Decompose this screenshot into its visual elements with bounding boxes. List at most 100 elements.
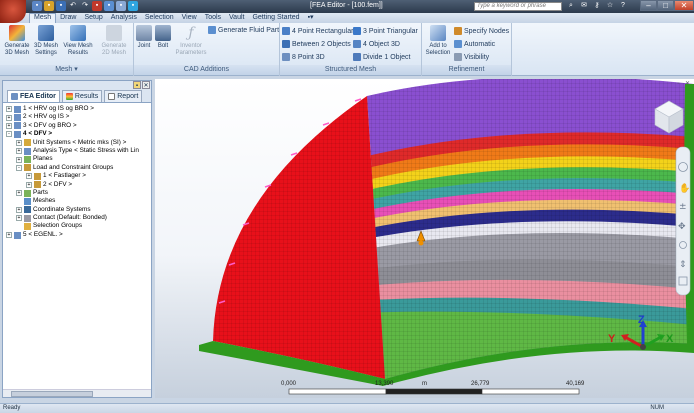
generate-3d-mesh-label: Generate 3D Mesh	[4, 43, 30, 56]
new-icon[interactable]: ▪	[32, 1, 42, 11]
visibility-button[interactable]: Visibility	[454, 53, 489, 61]
binoculars-icon[interactable]: ⌕	[566, 1, 576, 11]
inventor-parameters-button[interactable]: ƒ Inventor Parameters	[174, 25, 208, 57]
bolt-button[interactable]: Bolt	[154, 25, 172, 50]
orbit-icon[interactable]: ✥	[678, 222, 686, 232]
tab-getting-started[interactable]: Getting Started	[248, 13, 303, 23]
tab-mesh[interactable]: Mesh	[29, 13, 57, 23]
expand-toggle-icon[interactable]: +	[6, 114, 12, 121]
return-icon[interactable]: ▪	[104, 1, 114, 11]
viewport-close-icon[interactable]: ✕	[684, 81, 691, 88]
expand-toggle-icon[interactable]: +	[6, 232, 12, 239]
tree-node[interactable]: + Contact (Default: Bonded)	[3, 214, 151, 222]
tab-extra-menu[interactable]: ▪▾	[304, 13, 318, 23]
maximize-button[interactable]: □	[657, 0, 674, 11]
tree-node[interactable]: +1 < Fastlager >	[3, 172, 151, 180]
tree-item-icon	[24, 147, 31, 155]
expand-toggle-icon[interactable]: +	[16, 206, 22, 213]
expand-toggle-icon[interactable]: +	[16, 139, 22, 146]
tree-node[interactable]: + Unit Systems < Metric mks (SI) >	[3, 139, 151, 147]
fea-mesh-model[interactable]: ✋ ± ✥ ⇕ Y Z X 0,000 13,390 m 26,779 40,1…	[155, 79, 694, 398]
save-icon[interactable]: ▪	[56, 1, 66, 11]
expand-toggle-icon[interactable]: +	[16, 190, 22, 197]
search-input[interactable]: Type a keyword or phrase	[474, 2, 562, 11]
expand-toggle-icon[interactable]: -	[16, 164, 22, 171]
divide-object-button[interactable]: Divide 1 Object	[353, 53, 410, 61]
scrollbar-thumb[interactable]	[11, 391, 93, 397]
tree-node[interactable]: +1 < HRV og IS og BRO >	[3, 105, 151, 113]
three-point-triangular-button[interactable]: 3 Point Triangular	[353, 27, 418, 35]
tree-node[interactable]: +5 < EGENL. >	[3, 231, 151, 239]
open-icon[interactable]: ▪	[44, 1, 54, 11]
application-menu-button[interactable]	[0, 0, 26, 23]
tree-node[interactable]: + Analysis Type < Static Stress with Lin	[3, 147, 151, 155]
panel-close-icon[interactable]: ✕	[142, 81, 150, 89]
tree-node[interactable]: + Coordinate Systems	[3, 206, 151, 214]
pan-icon[interactable]: ✋	[679, 182, 690, 194]
expand-toggle-icon[interactable]: +	[16, 156, 22, 163]
expand-toggle-icon[interactable]: +	[16, 215, 22, 222]
generate-2d-mesh-button[interactable]: Generate 2D Mesh	[98, 25, 130, 57]
help-icon[interactable]: ?	[618, 1, 628, 11]
four-object-3d-button[interactable]: 4 Object 3D	[353, 40, 400, 48]
visibility-icon	[454, 53, 462, 61]
status-text: Ready	[3, 405, 21, 411]
appearance-icon[interactable]: ▪	[116, 1, 126, 11]
generate-fluid-part-button[interactable]: Generate Fluid Part	[208, 26, 279, 34]
generate-3d-mesh-button[interactable]: Generate 3D Mesh	[2, 25, 32, 57]
tree-node[interactable]: + Planes	[3, 155, 151, 164]
specify-nodes-button[interactable]: Specify Nodes	[454, 27, 509, 35]
print-icon[interactable]: ▪	[92, 1, 102, 11]
joint-label: Joint	[137, 43, 151, 49]
view-mesh-results-button[interactable]: View Mesh Results	[61, 25, 95, 57]
tab-draw[interactable]: Draw	[56, 13, 80, 23]
tree-node[interactable]: +2 < DFV >	[3, 181, 151, 189]
between-objects-button[interactable]: Between 2 Objects	[282, 40, 351, 48]
tab-vault[interactable]: Vault	[225, 13, 248, 23]
joint-button[interactable]: Joint	[134, 25, 154, 50]
three-point-tri-label: 3 Point Triangular	[363, 27, 418, 35]
viewport-restore-icon[interactable]: ▫	[675, 81, 682, 88]
update-icon[interactable]: ▪	[128, 1, 138, 11]
tab-report[interactable]: Report	[104, 90, 143, 102]
tree-node[interactable]: - 4 < DFV >	[3, 130, 151, 138]
undo-icon[interactable]: ↶	[68, 1, 78, 11]
expand-toggle-icon[interactable]: +	[6, 106, 12, 113]
tree-horizontal-scrollbar[interactable]	[3, 389, 151, 397]
subscription-icon[interactable]: ✉	[579, 1, 589, 11]
mesh-group-label[interactable]: Mesh ▾	[0, 65, 133, 75]
tree-node[interactable]: Meshes	[3, 197, 151, 205]
tree-node[interactable]: Selection Groups	[3, 222, 151, 231]
redo-icon[interactable]: ↷	[80, 1, 90, 11]
eight-point-3d-button[interactable]: 8 Point 3D	[282, 53, 325, 61]
expand-toggle-icon[interactable]: +	[6, 122, 12, 129]
tree-node[interactable]: + Parts	[3, 189, 151, 197]
tab-analysis[interactable]: Analysis	[107, 13, 141, 23]
star-icon[interactable]: ☆	[605, 1, 615, 11]
tab-setup[interactable]: Setup	[80, 13, 106, 23]
mesh-settings-button[interactable]: 3D Mesh Settings	[32, 25, 60, 57]
model-viewport[interactable]: ✋ ± ✥ ⇕ Y Z X 0,000 13,390 m 26,779 40,1…	[155, 79, 694, 398]
tab-fea-editor[interactable]: FEA Editor	[7, 90, 60, 102]
tab-view[interactable]: View	[178, 13, 201, 23]
add-to-selection-button[interactable]: Add to Selection	[424, 25, 452, 57]
four-point-rectangular-button[interactable]: 4 Point Rectangular	[282, 27, 353, 35]
tab-selection[interactable]: Selection	[141, 13, 178, 23]
expand-toggle-icon[interactable]: +	[26, 181, 32, 188]
expand-toggle-icon[interactable]: -	[6, 131, 12, 138]
expand-toggle-icon[interactable]: +	[26, 173, 32, 180]
tree-node[interactable]: +2 < HRV og IS >	[3, 113, 151, 122]
key-icon[interactable]: ⚷	[592, 1, 602, 11]
zoom-icon[interactable]: ±	[679, 202, 687, 212]
close-button[interactable]: ✕	[674, 0, 694, 11]
minimize-button[interactable]: –	[640, 0, 657, 11]
tree-item-icon	[14, 114, 21, 122]
tab-tools[interactable]: Tools	[201, 13, 225, 23]
look-icon[interactable]: ⇕	[679, 260, 687, 270]
panel-pin-icon[interactable]: ▪	[133, 81, 141, 89]
automatic-button[interactable]: Automatic	[454, 40, 495, 48]
tree-node[interactable]: - Load and Constraint Groups	[3, 164, 151, 172]
tab-results[interactable]: Results	[61, 90, 103, 102]
expand-toggle-icon[interactable]: +	[16, 148, 22, 155]
tree-node[interactable]: +3 < DFV og BRO >	[3, 122, 151, 130]
